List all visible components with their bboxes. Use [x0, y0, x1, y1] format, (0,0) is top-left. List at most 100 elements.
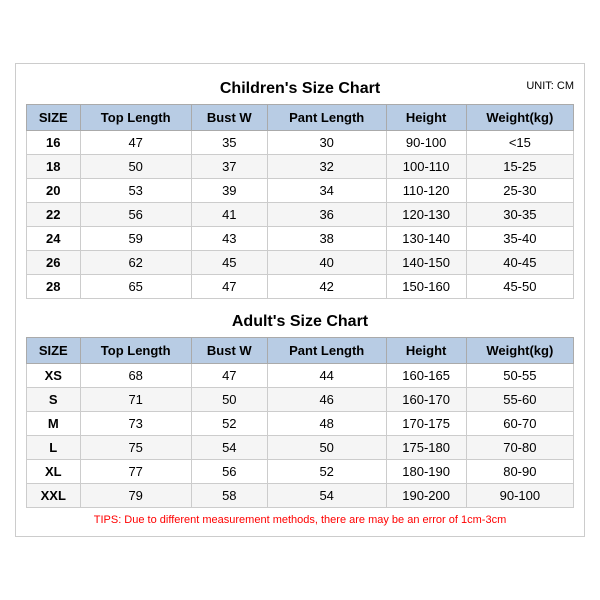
children-cell: 42 [267, 275, 386, 299]
adult-col-header-bust-w: Bust W [191, 338, 267, 364]
adult-table-row: L755450175-18070-80 [27, 436, 574, 460]
adult-cell: L [27, 436, 81, 460]
children-cell: 15-25 [466, 155, 573, 179]
children-cell: <15 [466, 131, 573, 155]
adult-table: SIZE Top Length Bust W Pant Length Heigh… [26, 337, 574, 508]
children-cell: 35 [191, 131, 267, 155]
children-cell: 43 [191, 227, 267, 251]
children-cell: 30 [267, 131, 386, 155]
size-chart-wrapper: Children's Size Chart UNIT: CM SIZE Top … [15, 63, 585, 537]
children-cell: 18 [27, 155, 81, 179]
adult-col-header-pant-length: Pant Length [267, 338, 386, 364]
col-header-pant-length: Pant Length [267, 105, 386, 131]
adult-table-row: M735248170-17560-70 [27, 412, 574, 436]
adult-cell: 52 [267, 460, 386, 484]
adult-cell: 73 [80, 412, 191, 436]
adult-cell: 68 [80, 364, 191, 388]
children-cell: 56 [80, 203, 191, 227]
adult-header-row: SIZE Top Length Bust W Pant Length Heigh… [27, 338, 574, 364]
adult-cell: 77 [80, 460, 191, 484]
children-cell: 59 [80, 227, 191, 251]
children-table-row: 1647353090-100<15 [27, 131, 574, 155]
children-cell: 45 [191, 251, 267, 275]
children-cell: 40 [267, 251, 386, 275]
adult-table-row: S715046160-17055-60 [27, 388, 574, 412]
children-cell: 35-40 [466, 227, 573, 251]
children-cell: 30-35 [466, 203, 573, 227]
adult-table-row: XS684744160-16550-55 [27, 364, 574, 388]
children-header-row: SIZE Top Length Bust W Pant Length Heigh… [27, 105, 574, 131]
children-cell: 150-160 [386, 275, 466, 299]
children-cell: 100-110 [386, 155, 466, 179]
children-cell: 39 [191, 179, 267, 203]
children-cell: 28 [27, 275, 81, 299]
children-cell: 32 [267, 155, 386, 179]
adult-cell: 80-90 [466, 460, 573, 484]
adult-cell: 54 [191, 436, 267, 460]
col-header-size: SIZE [27, 105, 81, 131]
adult-cell: 180-190 [386, 460, 466, 484]
children-table-row: 28654742150-16045-50 [27, 275, 574, 299]
children-title: Children's Size Chart UNIT: CM [26, 74, 574, 100]
adult-table-row: XL775652180-19080-90 [27, 460, 574, 484]
children-cell: 140-150 [386, 251, 466, 275]
col-header-top-length: Top Length [80, 105, 191, 131]
children-table-row: 26624540140-15040-45 [27, 251, 574, 275]
children-table-row: 20533934110-12025-30 [27, 179, 574, 203]
children-table-row: 18503732100-11015-25 [27, 155, 574, 179]
adult-cell: XXL [27, 484, 81, 508]
children-cell: 22 [27, 203, 81, 227]
adult-cell: 55-60 [466, 388, 573, 412]
children-cell: 34 [267, 179, 386, 203]
adult-title-text: Adult's Size Chart [232, 313, 368, 330]
adult-cell: 160-165 [386, 364, 466, 388]
children-cell: 90-100 [386, 131, 466, 155]
adult-cell: 46 [267, 388, 386, 412]
children-table-row: 22564136120-13030-35 [27, 203, 574, 227]
children-title-text: Children's Size Chart [220, 80, 380, 97]
children-cell: 47 [80, 131, 191, 155]
adult-col-header-size: SIZE [27, 338, 81, 364]
adult-cell: 75 [80, 436, 191, 460]
adult-cell: S [27, 388, 81, 412]
children-cell: 110-120 [386, 179, 466, 203]
children-cell: 65 [80, 275, 191, 299]
children-cell: 36 [267, 203, 386, 227]
children-cell: 62 [80, 251, 191, 275]
adult-cell: 56 [191, 460, 267, 484]
adult-col-header-height: Height [386, 338, 466, 364]
adult-cell: 170-175 [386, 412, 466, 436]
children-cell: 26 [27, 251, 81, 275]
tips-text: TIPS: Due to different measurement metho… [26, 514, 574, 526]
adult-cell: 160-170 [386, 388, 466, 412]
adult-cell: 60-70 [466, 412, 573, 436]
children-cell: 53 [80, 179, 191, 203]
children-cell: 38 [267, 227, 386, 251]
children-cell: 24 [27, 227, 81, 251]
col-header-height: Height [386, 105, 466, 131]
adult-cell: 90-100 [466, 484, 573, 508]
col-header-bust-w: Bust W [191, 105, 267, 131]
children-cell: 45-50 [466, 275, 573, 299]
adult-cell: 47 [191, 364, 267, 388]
adult-cell: 190-200 [386, 484, 466, 508]
children-cell: 41 [191, 203, 267, 227]
adult-title: Adult's Size Chart [26, 307, 574, 333]
adult-cell: 50-55 [466, 364, 573, 388]
adult-cell: 175-180 [386, 436, 466, 460]
children-cell: 16 [27, 131, 81, 155]
adult-cell: 58 [191, 484, 267, 508]
children-cell: 25-30 [466, 179, 573, 203]
children-cell: 20 [27, 179, 81, 203]
children-cell: 47 [191, 275, 267, 299]
adult-cell: 79 [80, 484, 191, 508]
adult-cell: XL [27, 460, 81, 484]
adult-cell: 54 [267, 484, 386, 508]
adult-table-row: XXL795854190-20090-100 [27, 484, 574, 508]
children-cell: 120-130 [386, 203, 466, 227]
adult-col-header-weight: Weight(kg) [466, 338, 573, 364]
children-cell: 50 [80, 155, 191, 179]
adult-cell: 52 [191, 412, 267, 436]
col-header-weight: Weight(kg) [466, 105, 573, 131]
adult-cell: 71 [80, 388, 191, 412]
